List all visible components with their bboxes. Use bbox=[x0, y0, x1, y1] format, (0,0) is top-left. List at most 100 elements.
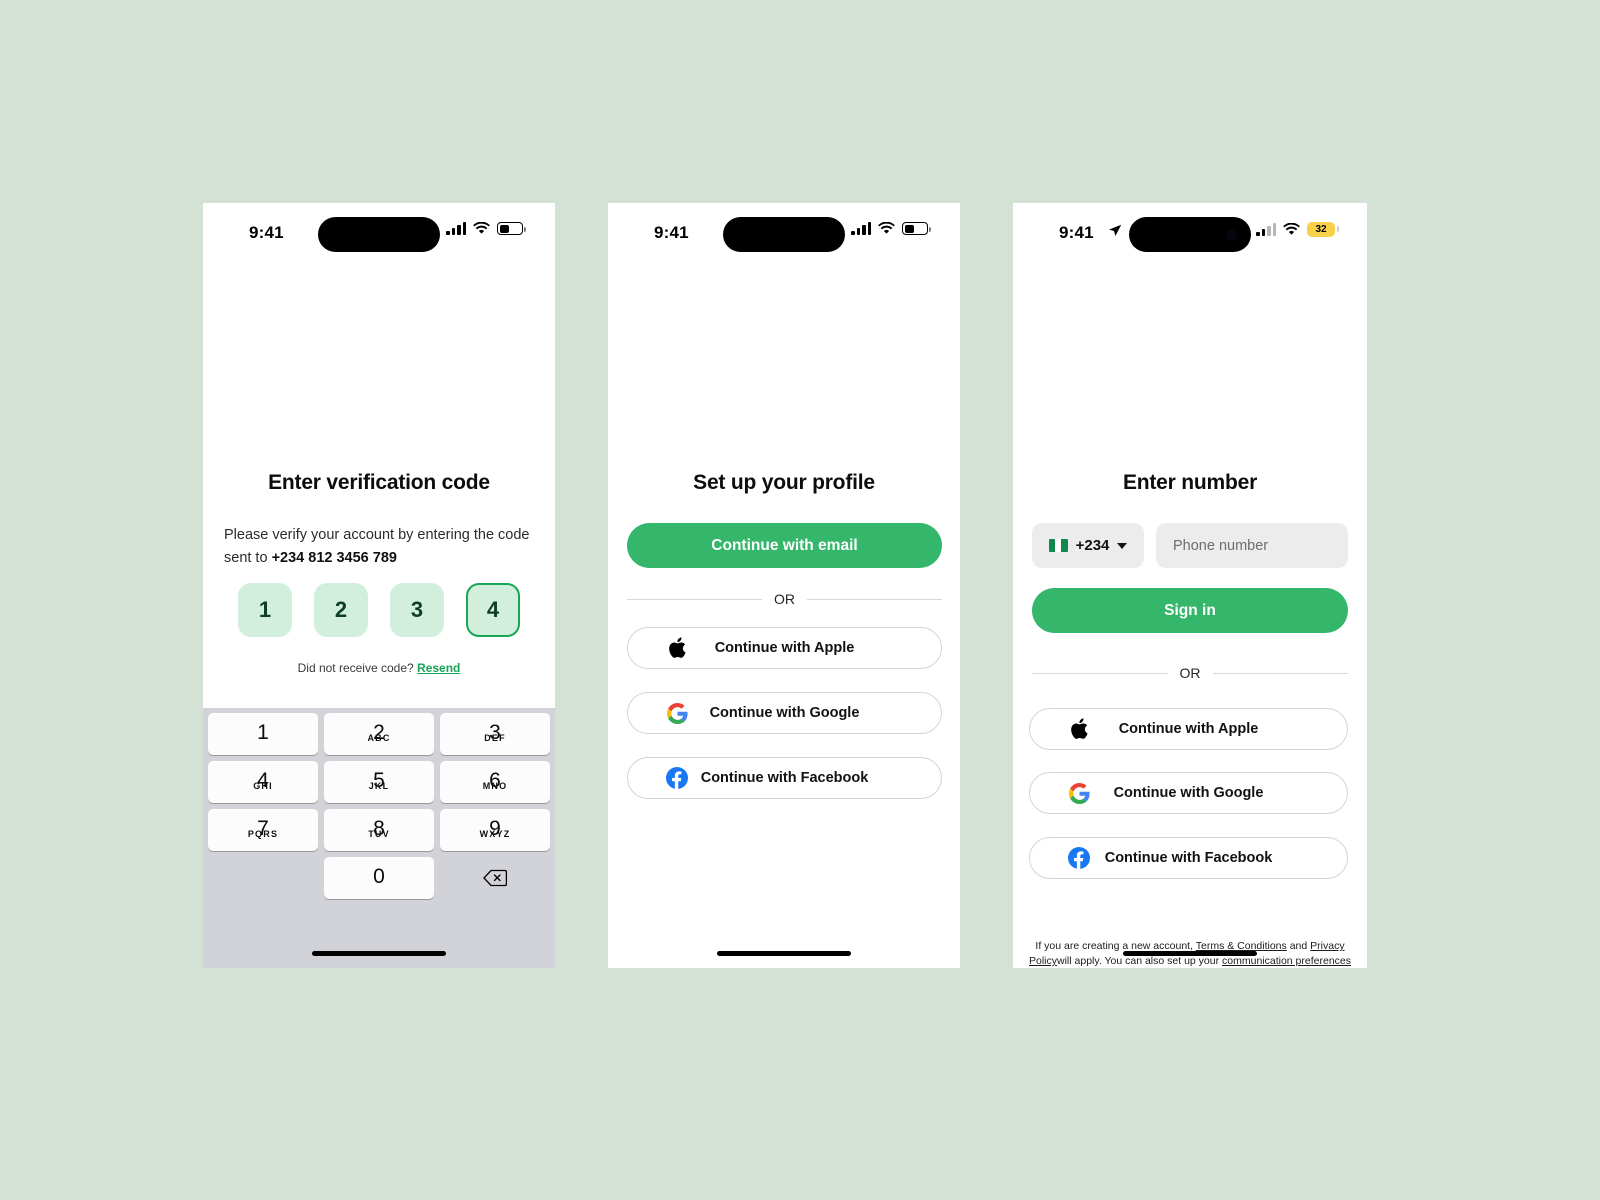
country-code-value: +234 bbox=[1075, 537, 1110, 554]
canvas: 9:41 Enter verification code Please veri… bbox=[0, 0, 1600, 1200]
continue-with-email-button[interactable]: Continue with email bbox=[627, 523, 942, 568]
key-letters: JKL bbox=[368, 781, 390, 791]
chevron-down-icon bbox=[1117, 542, 1128, 549]
divider-label: OR bbox=[774, 591, 795, 607]
button-label: Continue with Google bbox=[709, 705, 860, 721]
phone-number-input[interactable]: Phone number bbox=[1156, 523, 1348, 568]
resend-link[interactable]: Resend bbox=[417, 661, 460, 675]
legal-text-3: will apply. You can also set up your bbox=[1057, 955, 1223, 967]
code-digit-3[interactable]: 3 bbox=[390, 583, 444, 637]
divider-line-right bbox=[1212, 672, 1348, 674]
key-4[interactable]: 4 GHI bbox=[208, 761, 318, 803]
phone-screen-profile: 9:41 Set up your profile Continue with e… bbox=[608, 203, 960, 968]
divider-or: OR bbox=[627, 591, 942, 607]
wifi-icon bbox=[1283, 223, 1300, 235]
status-time: 9:41 bbox=[654, 223, 689, 242]
communication-preferences-link[interactable]: communication preferences bbox=[1222, 955, 1351, 967]
wifi-icon bbox=[473, 222, 490, 234]
key-letters: DEF bbox=[484, 733, 506, 743]
continue-with-facebook-button[interactable]: Continue with Facebook bbox=[627, 757, 942, 799]
status-time: 9:41 bbox=[249, 223, 284, 242]
backspace-icon bbox=[483, 869, 507, 887]
button-label: Continue with Google bbox=[1113, 785, 1264, 801]
status-bar: 9:41 bbox=[608, 203, 960, 261]
apple-icon bbox=[1068, 718, 1090, 740]
page-title: Enter number bbox=[1122, 471, 1258, 494]
country-code-select[interactable]: +234 bbox=[1032, 523, 1144, 568]
numeric-keyboard: 1 2 ABC 3 DEF 4 GHI 5 JKL 6 MNO 7 PQRS 8 TUV 9W… bbox=[203, 708, 555, 968]
key-7[interactable]: 7 PQRS bbox=[208, 809, 318, 851]
key-8[interactable]: 8 TUV bbox=[324, 809, 434, 851]
google-icon bbox=[1068, 782, 1090, 804]
key-digit: 0 bbox=[373, 865, 385, 888]
key-9[interactable]: 9 WXYZ bbox=[440, 809, 550, 851]
continue-with-facebook-button[interactable]: Continue with Facebook bbox=[1029, 837, 1348, 879]
status-indicators bbox=[446, 222, 526, 235]
code-digit-1[interactable]: 1 bbox=[238, 583, 292, 637]
key-digit: 1 bbox=[257, 721, 269, 744]
cellular-signal-icon bbox=[1256, 223, 1276, 236]
dynamic-island bbox=[1129, 217, 1251, 252]
nigeria-flag-icon bbox=[1048, 539, 1068, 552]
key-1[interactable]: 1 bbox=[208, 713, 318, 755]
continue-with-google-button[interactable]: Continue with Google bbox=[627, 692, 942, 734]
key-2[interactable]: 2 ABC bbox=[324, 713, 434, 755]
screen-body: Enter verification code Please verify yo… bbox=[203, 261, 555, 968]
home-indicator bbox=[717, 951, 851, 956]
facebook-icon bbox=[666, 767, 688, 789]
status-indicators bbox=[851, 222, 931, 235]
key-letters: GHI bbox=[253, 781, 273, 791]
resend-prompt: Did not receive code? bbox=[297, 661, 414, 675]
phone-screen-verification: 9:41 Enter verification code Please veri… bbox=[203, 203, 555, 968]
page-title: Enter verification code bbox=[268, 471, 490, 494]
key-blank bbox=[208, 857, 318, 899]
divider-line-left bbox=[627, 598, 762, 600]
battery-icon bbox=[902, 222, 931, 235]
button-label: Continue with Apple bbox=[1118, 721, 1259, 737]
continue-with-apple-button[interactable]: Continue with Apple bbox=[627, 627, 942, 669]
code-digit-4[interactable]: 4 bbox=[466, 583, 520, 637]
google-icon bbox=[666, 702, 688, 724]
key-3[interactable]: 3 DEF bbox=[440, 713, 550, 755]
divider-label: OR bbox=[1179, 665, 1201, 681]
cellular-signal-icon bbox=[446, 222, 466, 235]
key-backspace[interactable] bbox=[440, 857, 550, 899]
front-camera-dot bbox=[1226, 229, 1237, 240]
button-label: Continue with Facebook bbox=[700, 770, 869, 786]
button-label: Continue with Facebook bbox=[1104, 850, 1273, 866]
dynamic-island bbox=[723, 217, 845, 252]
status-time: 9:41 bbox=[1059, 223, 1094, 242]
code-digit-2[interactable]: 2 bbox=[314, 583, 368, 637]
facebook-icon bbox=[1068, 847, 1090, 869]
continue-with-google-button[interactable]: Continue with Google bbox=[1029, 772, 1348, 814]
key-letters: MNO bbox=[482, 781, 508, 791]
screen-body: Set up your profile Continue with email … bbox=[608, 261, 960, 968]
home-indicator bbox=[1123, 951, 1257, 956]
divider-line-left bbox=[1032, 672, 1168, 674]
phone-screen-enter-number: 9:41 32 Enter number +234 Phone number S… bbox=[1013, 203, 1367, 968]
location-arrow-icon bbox=[1108, 224, 1122, 243]
sign-in-button[interactable]: Sign in bbox=[1032, 588, 1348, 633]
apple-icon bbox=[666, 637, 688, 659]
battery-percent: 32 bbox=[1315, 224, 1327, 235]
key-0[interactable]: 0 bbox=[324, 857, 434, 899]
keypad-grid: 1 2 ABC 3 DEF 4 GHI 5 JKL 6 MNO 7 PQRS 8 TUV 9W… bbox=[208, 713, 550, 899]
page-title: Set up your profile bbox=[693, 471, 875, 494]
status-indicators: 32 bbox=[1256, 222, 1339, 237]
key-5[interactable]: 5 JKL bbox=[324, 761, 434, 803]
key-6[interactable]: 6 MNO bbox=[440, 761, 550, 803]
wifi-icon bbox=[878, 222, 895, 234]
phone-entry-row: +234 Phone number bbox=[1032, 523, 1348, 568]
key-letters: WXYZ bbox=[479, 829, 511, 839]
status-bar: 9:41 bbox=[203, 203, 555, 261]
battery-icon bbox=[497, 222, 526, 235]
key-letters: PQRS bbox=[247, 829, 279, 839]
home-indicator bbox=[312, 951, 446, 956]
verification-instructions: Please verify your account by entering t… bbox=[224, 524, 535, 570]
continue-with-apple-button[interactable]: Continue with Apple bbox=[1029, 708, 1348, 750]
key-letters: TUV bbox=[368, 829, 390, 839]
cellular-signal-icon bbox=[851, 222, 871, 235]
divider-or: OR bbox=[1032, 665, 1348, 681]
button-label: Continue with Apple bbox=[714, 640, 855, 656]
verification-code-inputs: 1 2 3 4 bbox=[203, 583, 555, 637]
